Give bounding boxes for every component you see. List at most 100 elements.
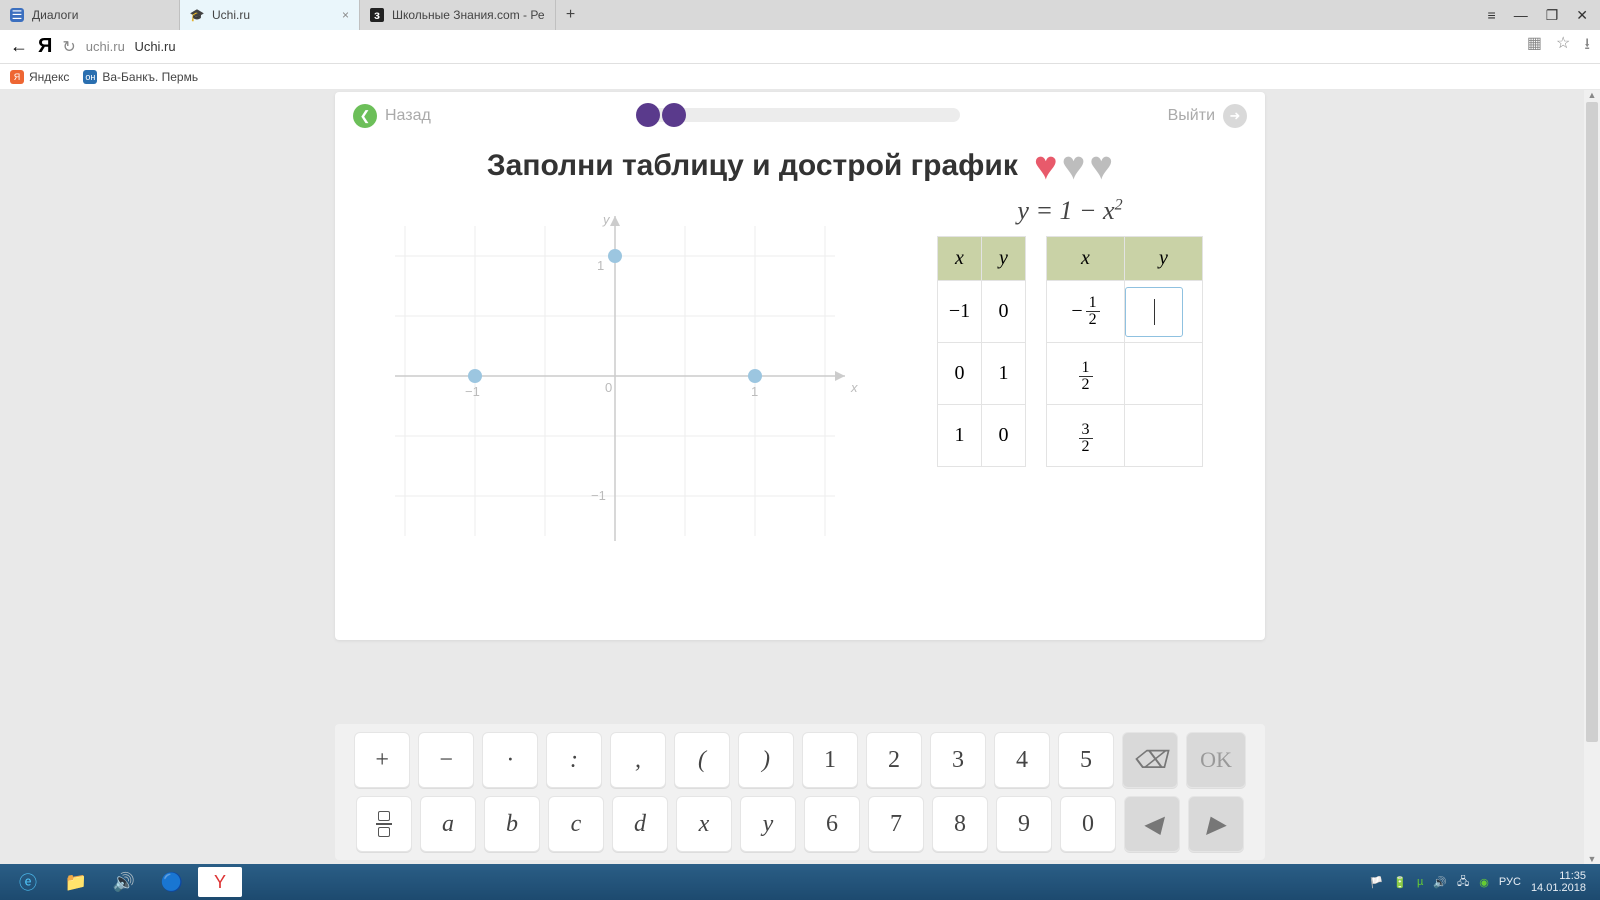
key-left[interactable]: ◀ bbox=[1124, 796, 1180, 852]
graph-point[interactable] bbox=[748, 369, 762, 383]
tray-torrent-icon[interactable]: µ bbox=[1417, 876, 1423, 888]
y-input-cell[interactable] bbox=[1125, 281, 1203, 343]
graph-point[interactable] bbox=[468, 369, 482, 383]
key-b[interactable]: b bbox=[484, 796, 540, 852]
graph-point[interactable] bbox=[608, 249, 622, 263]
tray-lang[interactable]: РУС bbox=[1499, 876, 1521, 888]
downloads-icon[interactable]: ⭳ bbox=[1584, 33, 1590, 60]
key-x[interactable]: x bbox=[676, 796, 732, 852]
x-axis-label: x bbox=[850, 380, 858, 395]
key-ok[interactable]: OK bbox=[1186, 732, 1246, 788]
back-button[interactable]: ❮ Назад bbox=[353, 104, 431, 128]
uchi-icon: 🎓 bbox=[190, 8, 204, 22]
maximize-icon[interactable]: ❐ bbox=[1546, 7, 1559, 24]
svg-text:0: 0 bbox=[605, 380, 612, 395]
tab-title: Uchi.ru bbox=[212, 8, 250, 22]
tray-battery-icon[interactable]: 🔋 bbox=[1393, 876, 1407, 889]
close-tab-icon[interactable]: × bbox=[342, 8, 349, 22]
key-y[interactable]: y bbox=[740, 796, 796, 852]
x-cell: 12 bbox=[1047, 343, 1125, 405]
browser-tab-bar: ☰ Диалоги 🎓 Uchi.ru × з Школьные Знания.… bbox=[0, 0, 1600, 30]
key-6[interactable]: 6 bbox=[804, 796, 860, 852]
tray-nvidia-icon[interactable]: ◉ bbox=[1479, 876, 1489, 889]
bookmark-item[interactable]: он Ва-Банкъ. Пермь bbox=[83, 70, 198, 84]
browser-tab[interactable]: ☰ Диалоги bbox=[0, 0, 180, 30]
back-icon[interactable]: ← bbox=[10, 36, 28, 57]
values-table-left: xy −10 01 10 bbox=[937, 236, 1026, 467]
taskbar-yandex-icon[interactable]: Y bbox=[198, 867, 242, 897]
key-8[interactable]: 8 bbox=[932, 796, 988, 852]
new-tab-button[interactable]: + bbox=[556, 0, 586, 30]
znanija-icon: з bbox=[370, 8, 384, 22]
key-fraction[interactable] bbox=[356, 796, 412, 852]
key-minus[interactable]: − bbox=[418, 732, 474, 788]
key-a[interactable]: a bbox=[420, 796, 476, 852]
coordinate-graph[interactable]: y x 1 −1 0 −1 1 bbox=[365, 196, 865, 556]
browser-tab[interactable]: 🎓 Uchi.ru × bbox=[180, 0, 360, 30]
page-content: ❮ Назад Выйти ➜ Заполни таблицу и достро… bbox=[0, 90, 1600, 864]
key-dot[interactable]: · bbox=[482, 732, 538, 788]
tray-network-icon[interactable]: 🖧 bbox=[1457, 873, 1469, 892]
tray-flag-icon[interactable]: 🏳️ bbox=[1370, 876, 1384, 889]
key-right[interactable]: ▶ bbox=[1188, 796, 1244, 852]
x-cell: 32 bbox=[1047, 405, 1125, 467]
chat-icon: ☰ bbox=[10, 8, 24, 22]
bookmark-item[interactable]: Я Яндекс bbox=[10, 70, 69, 84]
browser-tab[interactable]: з Школьные Знания.com - Ре bbox=[360, 0, 556, 30]
address-bar: ← Я ↻ uchi.ru Uchi.ru ▦ ☆ ⭳ bbox=[0, 30, 1600, 64]
extension-icon[interactable]: ▦ bbox=[1527, 33, 1542, 60]
key-colon[interactable]: : bbox=[546, 732, 602, 788]
y-axis-label: y bbox=[602, 212, 611, 227]
tab-title: Диалоги bbox=[32, 8, 78, 22]
window-controls: ≡ — ❐ ✕ bbox=[1476, 0, 1600, 30]
taskbar-app-icon[interactable]: 🔵 bbox=[150, 867, 194, 897]
heart-icon: ♥ bbox=[1089, 146, 1113, 186]
key-c[interactable]: c bbox=[548, 796, 604, 852]
y-cell-empty[interactable] bbox=[1125, 405, 1203, 467]
key-0[interactable]: 0 bbox=[1060, 796, 1116, 852]
key-lparen[interactable]: ( bbox=[674, 732, 730, 788]
key-5[interactable]: 5 bbox=[1058, 732, 1114, 788]
svg-text:1: 1 bbox=[597, 258, 604, 273]
key-7[interactable]: 7 bbox=[868, 796, 924, 852]
taskbar-ie-icon[interactable]: ⓔ bbox=[6, 867, 50, 897]
lesson-title: Заполни таблицу и дострой график bbox=[487, 149, 1018, 183]
exit-button[interactable]: Выйти ➜ bbox=[1168, 104, 1247, 128]
tray-sound-icon[interactable]: 🔊 bbox=[1433, 876, 1447, 889]
key-1[interactable]: 1 bbox=[802, 732, 858, 788]
values-table-right: xy −12 12 32 bbox=[1046, 236, 1203, 467]
yandex-logo-icon[interactable]: Я bbox=[38, 35, 52, 58]
taskbar-explorer-icon[interactable]: 📁 bbox=[54, 867, 98, 897]
fraction-icon bbox=[376, 811, 392, 837]
scroll-down-icon[interactable]: ▼ bbox=[1584, 854, 1600, 864]
heart-icon: ♥ bbox=[1062, 146, 1086, 186]
heart-icon: ♥ bbox=[1034, 146, 1058, 186]
key-rparen[interactable]: ) bbox=[738, 732, 794, 788]
key-comma[interactable]: , bbox=[610, 732, 666, 788]
key-4[interactable]: 4 bbox=[994, 732, 1050, 788]
close-window-icon[interactable]: ✕ bbox=[1576, 7, 1588, 24]
bookmark-star-icon[interactable]: ☆ bbox=[1556, 33, 1570, 60]
y-cell-empty[interactable] bbox=[1125, 343, 1203, 405]
scrollbar-thumb[interactable] bbox=[1586, 102, 1598, 742]
bookmarks-bar: Я Яндекс он Ва-Банкъ. Пермь bbox=[0, 64, 1600, 90]
url-display[interactable]: uchi.ru Uchi.ru bbox=[86, 39, 176, 54]
tray-clock[interactable]: 11:35 14.01.2018 bbox=[1531, 870, 1586, 894]
key-3[interactable]: 3 bbox=[930, 732, 986, 788]
taskbar-media-icon[interactable]: 🔊 bbox=[102, 867, 146, 897]
lesson-card: ❮ Назад Выйти ➜ Заполни таблицу и достро… bbox=[335, 92, 1265, 640]
progress-dot bbox=[662, 103, 686, 127]
svg-text:−1: −1 bbox=[465, 384, 480, 399]
minimize-icon[interactable]: — bbox=[1514, 7, 1528, 23]
key-backspace[interactable]: ⌫ bbox=[1122, 732, 1178, 788]
key-plus[interactable]: + bbox=[354, 732, 410, 788]
scroll-up-icon[interactable]: ▲ bbox=[1584, 90, 1600, 100]
key-d[interactable]: d bbox=[612, 796, 668, 852]
key-2[interactable]: 2 bbox=[866, 732, 922, 788]
vertical-scrollbar[interactable]: ▲ ▼ bbox=[1584, 90, 1600, 864]
progress-dot bbox=[636, 103, 660, 127]
reload-icon[interactable]: ↻ bbox=[62, 37, 75, 57]
menu-icon[interactable]: ≡ bbox=[1488, 7, 1496, 23]
key-9[interactable]: 9 bbox=[996, 796, 1052, 852]
svg-text:−1: −1 bbox=[591, 488, 606, 503]
